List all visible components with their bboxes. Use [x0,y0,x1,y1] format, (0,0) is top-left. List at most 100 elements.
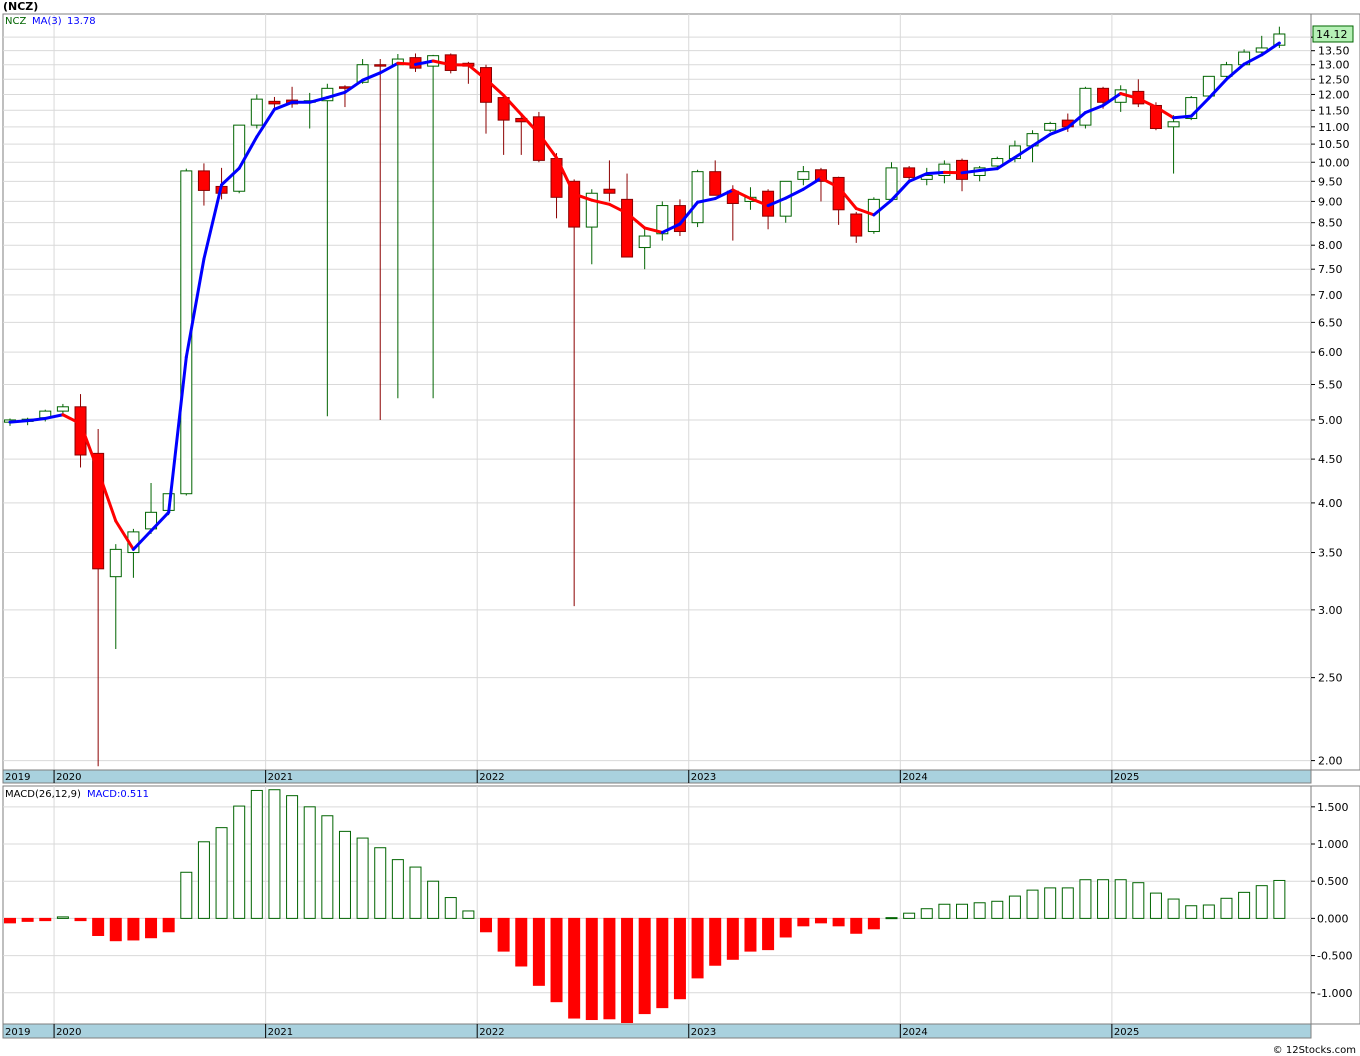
price-tick-label: 10.50 [1318,138,1350,151]
macd-tick-label: -0.500 [1317,950,1352,963]
year-label: 2021 [268,1027,293,1038]
price-panel: 2.00 2.50 3.00 3.50 4.00 4.50 5.00 5.50 6.00 6.50… [2,13,1360,784]
candle-down [603,188,616,194]
macd-bar-positive [885,917,898,920]
candle-down [956,159,969,180]
price-tick-label: 12.00 [1318,88,1350,101]
price-tick-label: 13.50 [1318,45,1350,58]
credit-text: © 12Stocks.com [1272,1045,1356,1056]
candle-down [197,170,210,191]
macd-bar-negative [568,917,581,1019]
year-label: 2022 [479,772,504,783]
macd-bar-positive [444,897,457,919]
macd-bar-positive [920,908,933,919]
year-label: 2019 [5,1027,30,1038]
ma3-segment [925,170,946,176]
price-tick-label: 11.00 [1318,121,1350,134]
candle-up [1079,87,1092,126]
macd-bar-positive [1061,887,1074,919]
candle-down [374,64,387,67]
year-label: 2021 [268,772,293,783]
macd-bar-positive [462,910,475,919]
macd-bar-positive [1044,887,1057,919]
macd-bar-negative [832,917,845,927]
candle-up [1167,121,1180,128]
year-label: 2023 [691,1027,716,1038]
macd-bar-negative [145,917,158,939]
macd-bar-negative [532,917,545,986]
macd-bar-negative [621,917,634,1024]
macd-bar-negative [638,917,651,1015]
macd-bar-positive [321,815,334,919]
year-label: 2025 [1114,772,1139,783]
price-tick-label: 12.50 [1318,73,1350,86]
candle-down [1097,87,1110,103]
macd-bar-positive [1008,895,1021,919]
macd-bar-positive [1238,891,1251,919]
year-label: 2024 [902,1027,927,1038]
macd-bar-negative [656,917,669,1009]
macd-bar-negative [814,917,827,924]
macd-tick-label: 1.000 [1317,838,1349,851]
price-tick-label: 3.50 [1318,547,1343,560]
macd-bar-negative [709,917,722,966]
macd-bar-positive [427,880,440,919]
price-tick-label: 2.50 [1318,672,1343,685]
year-label: 2019 [5,772,30,783]
candle-down [709,171,722,196]
macd-bar-positive [1202,904,1215,919]
macd-bar-negative [744,917,757,952]
macd-bar-negative [4,917,16,924]
macd-bar-positive [1079,879,1092,919]
year-label: 2024 [902,772,927,783]
macd-bar-positive [991,900,1004,919]
macd-bar-positive [356,837,369,919]
macd-bar-positive [1220,897,1233,919]
macd-tick-label: 1.500 [1317,801,1349,814]
year-label: 2025 [1114,1027,1139,1038]
price-tick-label: 10.00 [1318,156,1350,169]
candle-up [56,406,69,412]
macd-panel: 1.500 1.000 0.500 0.000 -0.500 -1.000 MACD(26,… [2,785,1360,1039]
candle-down [480,67,493,103]
macd-bar-positive [1132,882,1145,919]
macd-bar-positive [903,912,916,919]
macd-legend-label: MACD(26,12,9) [5,789,81,800]
candle-up [797,171,810,180]
macd-bar-positive [268,789,281,919]
legend-symbol: NCZ [5,16,26,27]
macd-bar-negative [673,917,686,1000]
year-label: 2020 [56,772,81,783]
macd-bar-positive [338,830,351,919]
year-label: 2020 [56,1027,81,1038]
last-price-label: 14.12 [1316,28,1348,41]
candle-up [691,171,704,224]
price-tick-label: 4.50 [1318,453,1343,466]
macd-bar-negative [162,917,175,933]
macd-bar-positive [391,859,404,919]
macd-bar-negative [39,917,52,922]
macd-bar-negative [127,917,140,941]
macd-bar-positive [1026,889,1039,919]
price-tick-label: 7.00 [1318,289,1343,302]
macd-bar-negative [603,917,616,1020]
macd-bar-negative [480,917,493,933]
macd-bar-negative [109,917,122,942]
price-tick-label: 6.50 [1318,316,1343,329]
macd-bar-negative [726,917,739,960]
macd-bar-positive [1167,898,1180,919]
macd-bar-positive [409,866,422,919]
macd-bar-negative [850,917,863,934]
price-plot-area [2,13,1312,771]
macd-bar-negative [515,917,528,967]
macd-bar-positive [1255,885,1268,919]
ma3-segment [1172,114,1193,120]
candle-down [621,198,634,258]
macd-tick-label: -1.000 [1317,987,1352,1000]
macd-bar-negative [797,917,810,927]
macd-bar-positive [1097,879,1110,919]
macd-bar-negative [585,917,598,1021]
candle-up [233,124,246,192]
macd-bar-positive [303,806,316,919]
macd-bar-negative [74,917,87,922]
